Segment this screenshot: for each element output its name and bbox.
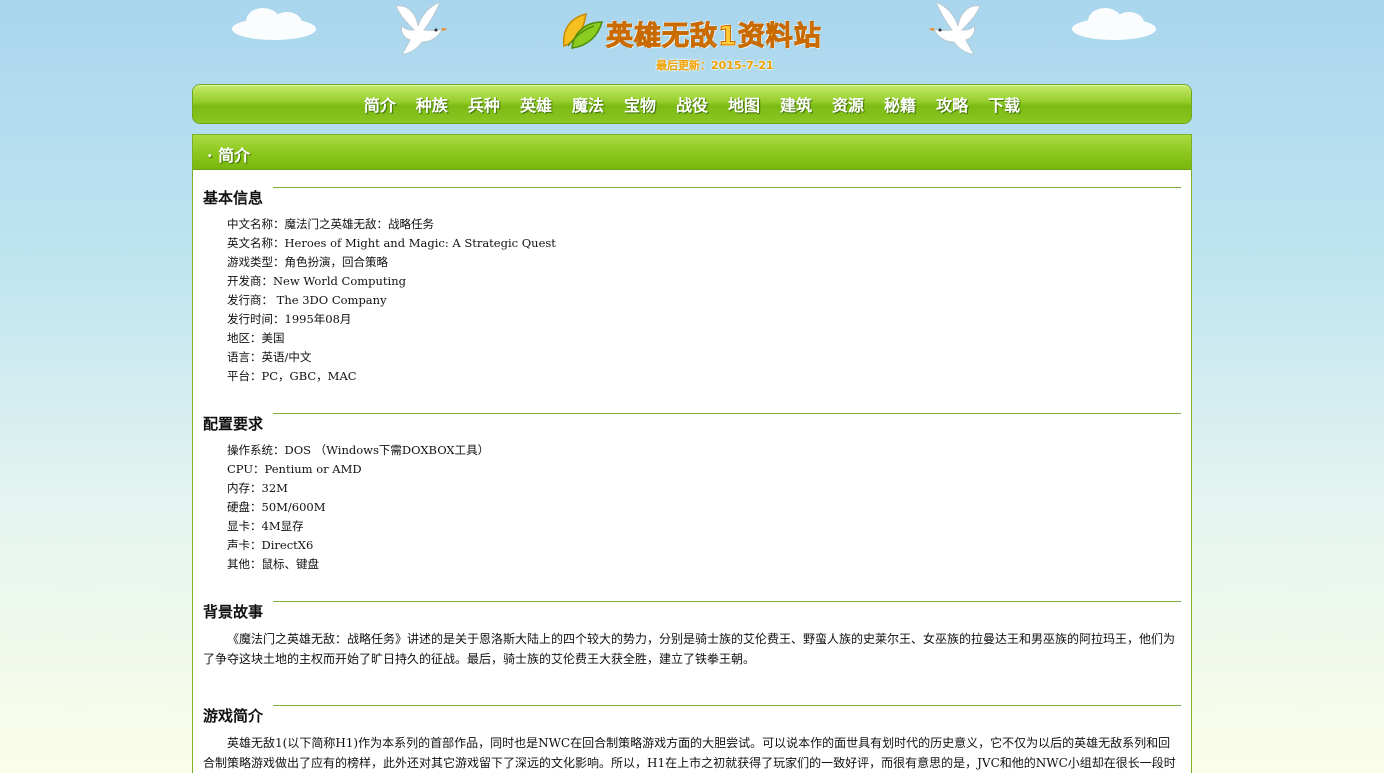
nav-item-races[interactable]: 种族 bbox=[406, 92, 458, 116]
list-item: 游戏类型：角色扮演，回合策略 bbox=[227, 255, 388, 269]
list-item: 中文名称：魔法门之英雄无敌：战略任务 bbox=[227, 217, 434, 231]
section-title-game-intro: 游戏简介 bbox=[203, 707, 264, 725]
nav-item-resources[interactable]: 资源 bbox=[822, 92, 874, 116]
list-item: 地区：美国 bbox=[227, 331, 285, 345]
site-header: 英雄无敌1资料站 最后更新：2015-7-21 bbox=[0, 0, 1384, 84]
cloud-decoration-left bbox=[232, 8, 316, 40]
list-item: 硬盘：50M/600M bbox=[227, 500, 326, 514]
list-item: 操作系统：DOS （Windows下需DOXBOX工具） bbox=[227, 443, 490, 457]
nav-item-guides[interactable]: 攻略 bbox=[926, 92, 978, 116]
section-requirements: 配置要求 操作系统：DOS （Windows下需DOXBOX工具） CPU：Pe… bbox=[203, 413, 1181, 574]
panel-header: · 简介 bbox=[193, 135, 1191, 170]
nav-item-downloads[interactable]: 下载 bbox=[978, 92, 1030, 116]
dove-icon-left bbox=[395, 1, 448, 55]
nav-item-cheats[interactable]: 秘籍 bbox=[874, 92, 926, 116]
intro-paragraph: 英雄无敌1(以下简称H1)作为本系列的首部作品，同时也是NWC在回合制策略游戏方… bbox=[203, 736, 1176, 770]
last-updated-text: 最后更新：2015-7-21 bbox=[656, 59, 774, 72]
list-item: 平台：PC，GBC，MAC bbox=[227, 369, 357, 383]
nav-item-buildings[interactable]: 建筑 bbox=[770, 92, 822, 116]
nav-item-intro[interactable]: 简介 bbox=[354, 92, 406, 116]
list-item: 发行商： The 3DO Company bbox=[227, 293, 387, 307]
section-divider bbox=[273, 187, 1181, 188]
cloud-decoration-right bbox=[1072, 8, 1156, 40]
nav-item-campaigns[interactable]: 战役 bbox=[666, 92, 718, 116]
nav-item-maps[interactable]: 地图 bbox=[718, 92, 770, 116]
main-nav: 简介 种族 兵种 英雄 魔法 宝物 战役 地图 建筑 资源 秘籍 攻略 下载 bbox=[192, 84, 1192, 124]
site-title: 英雄无敌1资料站 bbox=[606, 21, 822, 53]
list-item: 显卡：4M显存 bbox=[227, 519, 304, 533]
nav-item-units[interactable]: 兵种 bbox=[458, 92, 510, 116]
nav-item-magic[interactable]: 魔法 bbox=[562, 92, 614, 116]
section-story: 背景故事 《魔法门之英雄无敌：战略任务》讲述的是关于恩洛斯大陆上的四个较大的势力… bbox=[203, 601, 1181, 669]
list-item: 语言：英语/中文 bbox=[227, 350, 312, 364]
list-item: 声卡：DirectX6 bbox=[227, 538, 314, 552]
list-item: CPU：Pentium or AMD bbox=[227, 462, 362, 476]
basic-info-list: 中文名称：魔法门之英雄无敌：战略任务 英文名称：Heroes of Might … bbox=[203, 215, 1181, 386]
section-basic-info: 基本信息 中文名称：魔法门之英雄无敌：战略任务 英文名称：Heroes of M… bbox=[203, 187, 1181, 386]
nav-item-heroes[interactable]: 英雄 bbox=[510, 92, 562, 116]
section-game-intro: 游戏简介 英雄无敌1(以下简称H1)作为本系列的首部作品，同时也是NWC在回合制… bbox=[203, 705, 1181, 773]
leaf-logo-icon bbox=[562, 12, 603, 49]
section-title-requirements: 配置要求 bbox=[203, 415, 264, 433]
section-divider bbox=[273, 413, 1181, 414]
list-item: 英文名称：Heroes of Might and Magic: A Strate… bbox=[227, 236, 556, 250]
story-paragraph: 《魔法门之英雄无敌：战略任务》讲述的是关于恩洛斯大陆上的四个较大的势力，分别是骑… bbox=[203, 632, 1176, 666]
list-item: 发行时间：1995年08月 bbox=[227, 312, 352, 326]
section-divider bbox=[273, 601, 1181, 602]
list-item: 开发商：New World Computing bbox=[227, 274, 406, 288]
section-title-story: 背景故事 bbox=[203, 603, 264, 621]
section-divider bbox=[273, 705, 1181, 706]
panel-heading: · 简介 bbox=[207, 146, 251, 165]
section-title-basic-info: 基本信息 bbox=[203, 189, 264, 207]
requirements-list: 操作系统：DOS （Windows下需DOXBOX工具） CPU：Pentium… bbox=[203, 441, 1181, 574]
content-panel: · 简介 基本信息 中文名称：魔法门之英雄无敌：战略任务 英文名称：Heroes… bbox=[192, 134, 1192, 773]
nav-item-artifacts[interactable]: 宝物 bbox=[614, 92, 666, 116]
list-item: 其他：鼠标、键盘 bbox=[227, 557, 319, 571]
list-item: 内存：32M bbox=[227, 481, 288, 495]
dove-icon-right bbox=[928, 1, 981, 55]
